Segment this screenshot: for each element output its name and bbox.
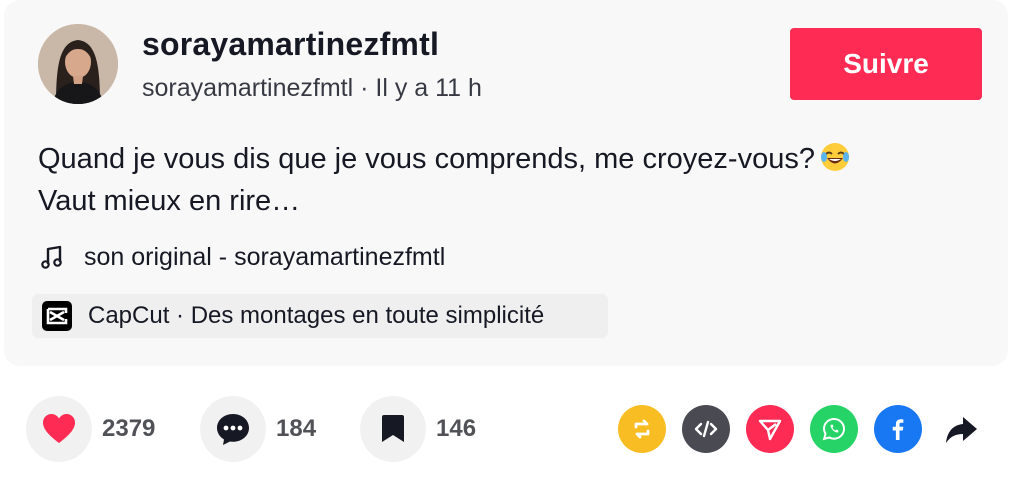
follow-button[interactable]: Suivre [790, 28, 982, 100]
repost-button[interactable] [618, 405, 666, 453]
action-bar: 2379 184 146 [0, 396, 1032, 466]
post-card: sorayamartinezfmtl sorayamartinezfmtl · … [4, 0, 1008, 366]
capcut-label: CapCut · Des montages en toute simplicit… [88, 302, 545, 329]
music-label: son original - sorayamartinezfmtl [84, 242, 446, 271]
like-button[interactable] [26, 396, 92, 462]
music-link[interactable]: son original - sorayamartinezfmtl [40, 240, 445, 274]
whatsapp-button[interactable] [810, 405, 858, 453]
comment-icon [217, 414, 249, 445]
whatsapp-icon [822, 417, 846, 441]
embed-icon [694, 420, 718, 438]
comment-count: 184 [276, 415, 317, 442]
comment-button[interactable] [200, 396, 266, 462]
share-arrow-icon[interactable] [942, 410, 980, 448]
laughing-emoji-icon [820, 143, 849, 171]
embed-button[interactable] [682, 405, 730, 453]
bookmark-icon [382, 415, 404, 442]
save-button[interactable] [360, 396, 426, 462]
capcut-logo-icon [42, 301, 72, 331]
repost-icon [634, 419, 650, 439]
facebook-icon [892, 419, 904, 440]
music-note-icon [41, 245, 62, 269]
post-meta[interactable]: sorayamartinezfmtl · Il y a 11 h [142, 74, 482, 103]
caption-line-1: Quand je vous dis que je vous comprends,… [38, 138, 968, 180]
send-icon [758, 419, 782, 441]
facebook-button[interactable] [874, 405, 922, 453]
save-count: 146 [436, 415, 477, 442]
caption-line-2: Vaut mieux en rire… [38, 185, 301, 217]
heart-icon [43, 414, 75, 443]
username[interactable]: sorayamartinezfmtl [142, 26, 439, 63]
caption-text-1: Quand je vous dis que je vous comprends,… [38, 143, 815, 175]
post-caption: Quand je vous dis que je vous comprends,… [38, 138, 968, 222]
avatar-image [38, 24, 118, 104]
send-button[interactable] [746, 405, 794, 453]
avatar[interactable] [38, 24, 118, 104]
like-count: 2379 [102, 415, 156, 442]
capcut-anchor[interactable]: CapCut · Des montages en toute simplicit… [32, 294, 608, 338]
